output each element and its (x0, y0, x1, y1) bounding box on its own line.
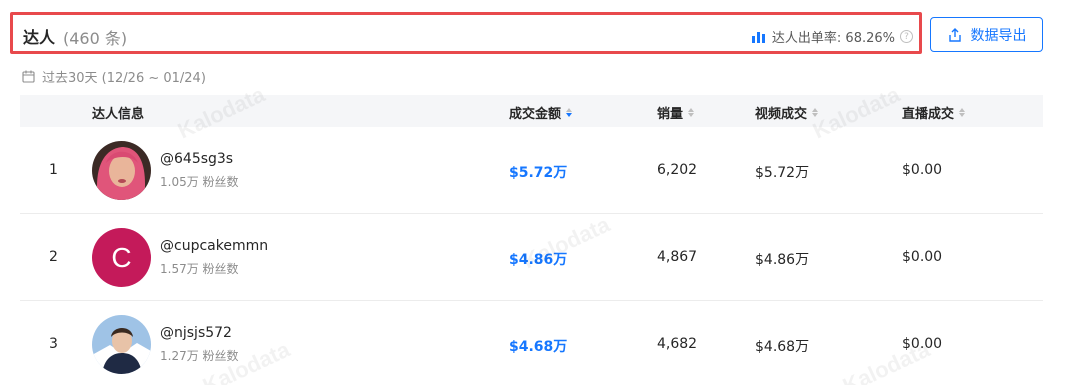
table-row[interactable]: 3 @njsjs572 1.27万 粉丝数 $4.68万 4,682 $4.68… (20, 301, 1043, 385)
follower-count: 1.57万 粉丝数 (160, 262, 239, 276)
follower-count: 1.05万 粉丝数 (160, 175, 239, 189)
calendar-icon (22, 70, 35, 83)
table-row[interactable]: 2 C @cupcakemmn 1.57万 粉丝数 $4.86万 4,867 $… (20, 214, 1043, 301)
sort-icon[interactable] (959, 108, 966, 117)
conversion-rate: 达人出单率: 68.26% ? (751, 27, 913, 46)
gmv-value: $5.72万 (509, 165, 568, 181)
col-video-gmv[interactable]: 视频成交 (755, 103, 819, 122)
avatar[interactable]: C (92, 228, 151, 287)
sales-value: 4,682 (657, 336, 698, 352)
creator-count: (460 条) (63, 29, 128, 48)
rank: 3 (49, 336, 58, 352)
sort-icon[interactable] (812, 108, 819, 117)
help-icon[interactable]: ? (900, 30, 913, 43)
follower-count: 1.27万 粉丝数 (160, 349, 239, 363)
creator-handle[interactable]: @cupcakemmn (160, 238, 268, 254)
creator-handle[interactable]: @645sg3s (160, 151, 233, 167)
col-creator-info: 达人信息 (92, 107, 145, 122)
gmv-value: $4.68万 (509, 339, 568, 355)
avatar[interactable] (92, 141, 151, 200)
bar-chart-icon (751, 31, 765, 43)
date-range: 过去30天 (12/26 ~ 01/24) (22, 67, 206, 86)
sales-value: 6,202 (657, 162, 698, 178)
section-title: 达人 (23, 28, 56, 47)
rank: 1 (49, 162, 58, 178)
table-header: 达人信息 成交金额 销量 视频成交 直播成交 (20, 95, 1043, 127)
export-button[interactable]: 数据导出 (930, 17, 1043, 52)
col-gmv[interactable]: 成交金额 (509, 103, 573, 122)
video-gmv-value: $4.86万 (755, 252, 810, 268)
rank: 2 (49, 249, 58, 265)
conversion-rate-text: 达人出单率: 68.26% (771, 31, 895, 46)
live-gmv-value: $0.00 (902, 249, 943, 265)
table-row[interactable]: 1 @645sg3s 1.05万 粉丝数 $5.72万 6,202 $5.72万… (20, 127, 1043, 214)
sort-icon[interactable] (688, 108, 695, 117)
upload-icon (948, 27, 961, 42)
sort-icon[interactable] (566, 108, 573, 117)
creator-header: 达人 (460 条) 达人出单率: 68.26% ? (10, 12, 922, 54)
col-live-gmv[interactable]: 直播成交 (902, 103, 966, 122)
creator-handle[interactable]: @njsjs572 (160, 325, 232, 341)
avatar[interactable] (92, 315, 151, 374)
col-sales[interactable]: 销量 (657, 103, 695, 122)
sales-value: 4,867 (657, 249, 698, 265)
live-gmv-value: $0.00 (902, 336, 943, 352)
gmv-value: $4.86万 (509, 252, 568, 268)
live-gmv-value: $0.00 (902, 162, 943, 178)
video-gmv-value: $5.72万 (755, 165, 810, 181)
video-gmv-value: $4.68万 (755, 339, 810, 355)
export-button-label: 数据导出 (970, 27, 1027, 44)
date-range-text: 过去30天 (12/26 ~ 01/24) (42, 71, 206, 86)
